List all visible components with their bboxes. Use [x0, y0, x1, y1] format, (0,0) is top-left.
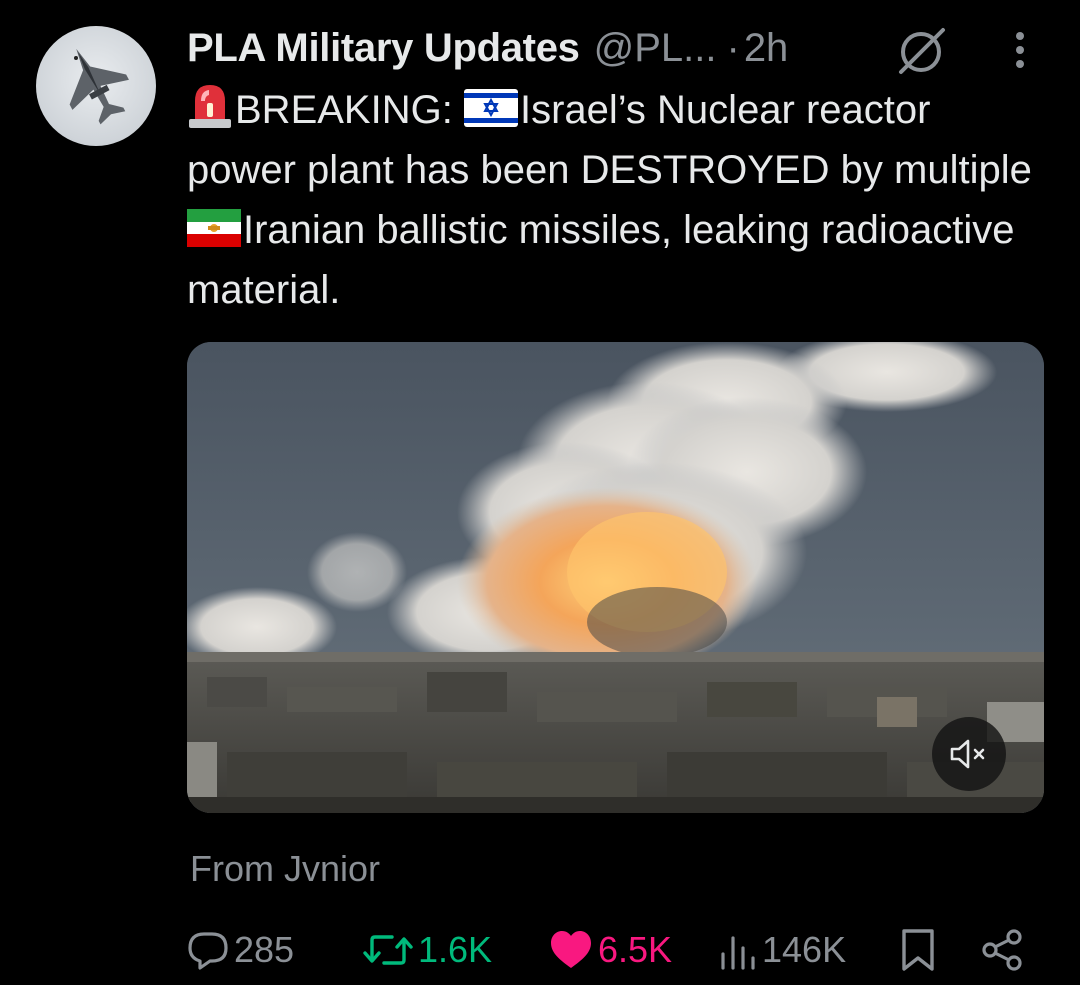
israel-flag-icon — [463, 89, 518, 127]
breaking-lead: BREAKING: — [235, 88, 464, 132]
author-handle[interactable]: @PL... — [594, 26, 717, 71]
repost-count: 1.6K — [418, 929, 493, 970]
repost-button[interactable]: 1.6K — [362, 920, 492, 980]
grok-icon[interactable] — [895, 24, 947, 76]
reply-count: 285 — [234, 929, 295, 970]
like-button[interactable]: 6.5K — [548, 920, 672, 980]
more-icon[interactable] — [1006, 28, 1034, 72]
mute-button[interactable] — [932, 717, 1006, 791]
like-icon — [551, 931, 591, 968]
share-button[interactable] — [980, 920, 1028, 980]
bookmark-icon — [902, 929, 934, 971]
video-source-label[interactable]: From Jvnior — [190, 848, 380, 890]
author-name[interactable]: PLA Military Updates — [187, 26, 580, 71]
mute-icon — [950, 739, 985, 769]
repost-icon — [363, 935, 413, 965]
separator-dot: · — [726, 25, 740, 70]
views-count: 146K — [762, 929, 847, 970]
fighter-jet-image — [69, 48, 129, 125]
action-bar: 285 1.6K 6.5K 146K — [186, 920, 1046, 980]
share-icon — [982, 929, 1022, 971]
reply-button[interactable]: 285 — [186, 920, 294, 980]
post-time[interactable]: 2h — [744, 26, 789, 71]
like-count: 6.5K — [598, 929, 673, 970]
reply-icon — [188, 932, 228, 970]
views-icon — [721, 936, 755, 970]
avatar[interactable] — [36, 26, 156, 146]
bookmark-button[interactable] — [900, 920, 940, 980]
explosion-video-frame — [187, 342, 1044, 813]
iran-flag-icon — [187, 209, 241, 247]
views-button[interactable]: 146K — [718, 920, 846, 980]
post-header: PLA Military Updates @PL... · 2h — [187, 18, 788, 78]
post-text: BREAKING: Israel’s Nuclear reactor power… — [187, 80, 1047, 320]
video-player[interactable] — [187, 342, 1044, 813]
text-part-2: Iranian ballistic missiles, leaking radi… — [187, 208, 1015, 312]
police-siren-icon — [189, 85, 231, 128]
